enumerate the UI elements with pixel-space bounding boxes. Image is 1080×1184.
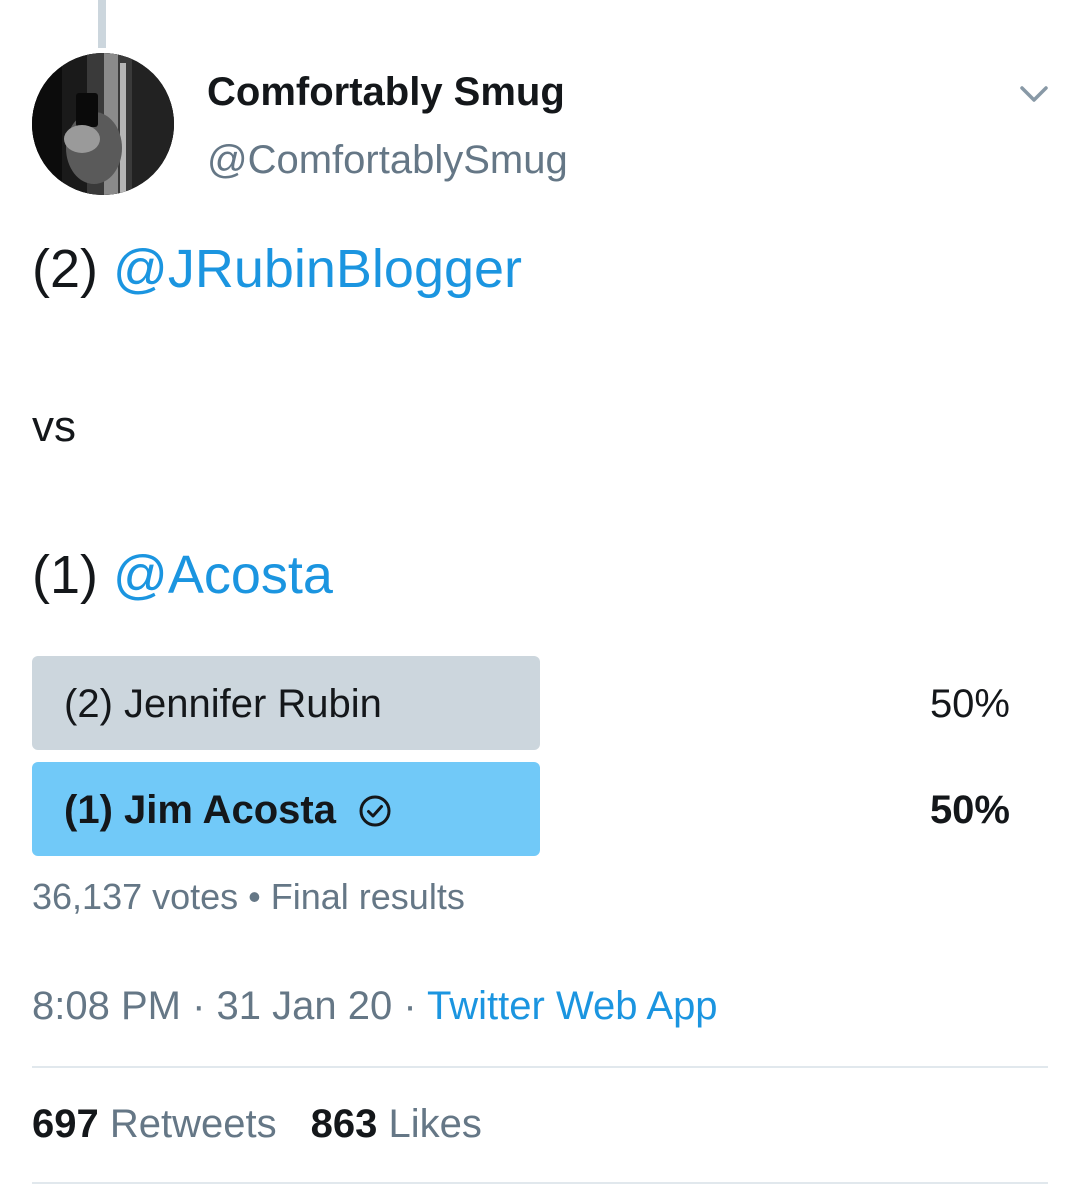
author-display-name[interactable]: Comfortably Smug [207, 70, 565, 115]
chevron-down-icon[interactable] [1014, 74, 1054, 114]
tweet-stats: 697 Retweets 863 Likes [32, 1102, 482, 1147]
tweet-time[interactable]: 8:08 PM [32, 984, 181, 1028]
retweets-stat[interactable]: 697 Retweets [32, 1102, 277, 1147]
tweet-timestamp: 8:08 PM · 31 Jan 20 · Twitter Web App [32, 984, 718, 1029]
likes-count: 863 [310, 1102, 378, 1146]
retweets-label: Retweets [98, 1102, 277, 1146]
mention-link-acosta[interactable]: @Acosta [113, 545, 333, 605]
poll-meta: 36,137 votes • Final results [32, 876, 465, 918]
poll-option-1: (2) Jennifer Rubin 50% [32, 656, 1010, 750]
poll-option-2: (1) Jim Acosta 50% [32, 762, 1010, 856]
poll-vote-count: 36,137 votes [32, 876, 239, 917]
divider [32, 1066, 1048, 1068]
thread-connector-line [98, 0, 106, 48]
poll-option-label: (2) Jennifer Rubin [64, 682, 382, 726]
likes-stat[interactable]: 863 Likes [311, 1102, 482, 1147]
author-handle[interactable]: @ComfortablySmug [207, 138, 568, 183]
check-circle-icon [359, 795, 391, 826]
tweet-text-prefix-1: (2) [32, 239, 113, 299]
poll-option-label: (1) Jim Acosta [64, 788, 336, 832]
timestamp-separator: · [392, 984, 428, 1028]
timestamp-separator: · [180, 984, 217, 1028]
tweet-text-line-3: (1) @Acosta [32, 544, 333, 606]
avatar[interactable] [32, 53, 174, 195]
poll-option-percent: 50% [929, 682, 1010, 726]
tweet-text-prefix-3: (1) [32, 545, 113, 605]
likes-label: Likes [377, 1102, 482, 1146]
tweet-text-line-1: (2) @JRubinBlogger [32, 238, 522, 300]
tweet-text-line-2: vs [32, 402, 76, 451]
poll-status: Final results [270, 876, 465, 917]
poll-option-percent: 50% [929, 788, 1010, 832]
avatar-photo [32, 53, 174, 195]
mention-link-jrubinblogger[interactable]: @JRubinBlogger [113, 239, 522, 299]
retweets-count: 697 [32, 1102, 99, 1146]
tweet-source-link[interactable]: Twitter Web App [427, 984, 718, 1028]
poll-meta-separator: • [238, 876, 271, 917]
poll-option-label-group: (1) Jim Acosta [64, 788, 392, 833]
tweet-date[interactable]: 31 Jan 20 [217, 984, 393, 1028]
